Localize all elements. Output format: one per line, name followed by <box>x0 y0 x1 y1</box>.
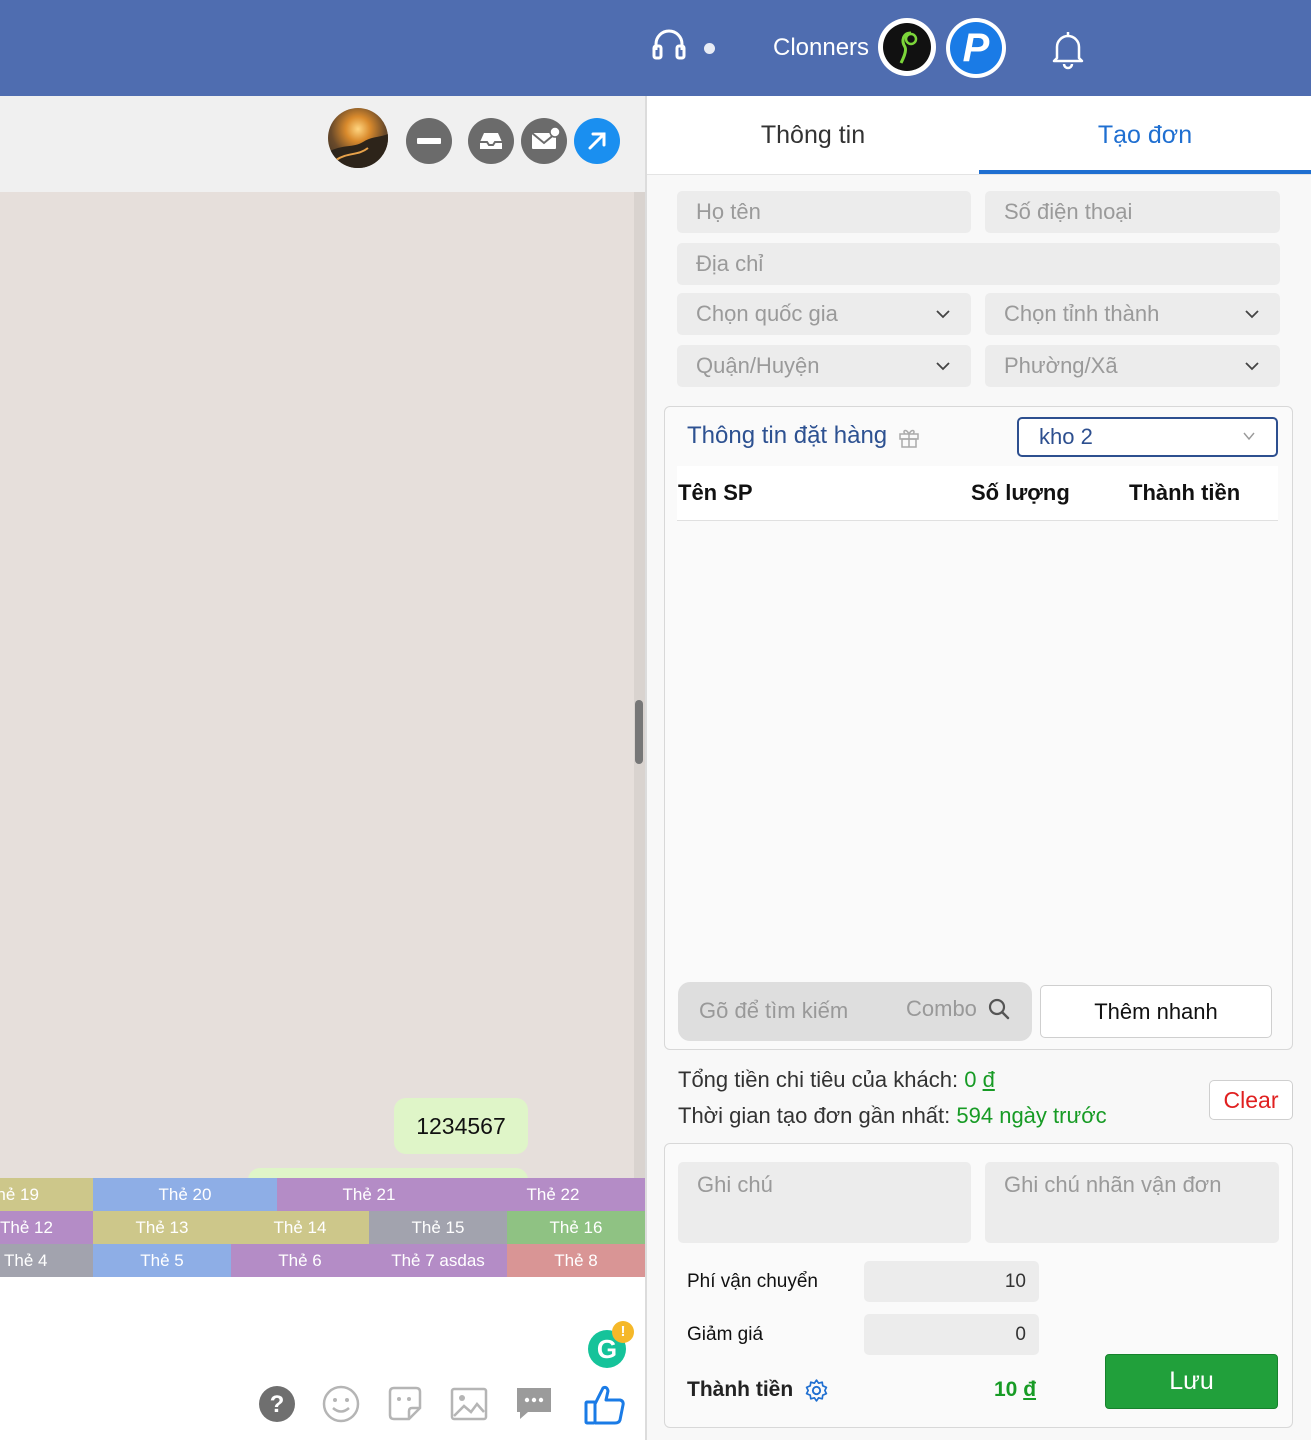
tag-item[interactable]: Thẻ 5 <box>93 1244 231 1277</box>
total-currency: đ <box>1023 1378 1037 1401</box>
tag-item[interactable]: Thẻ 13 <box>93 1211 231 1244</box>
order-info-title: Thông tin đặt hàng <box>687 422 888 449</box>
tag-item[interactable]: Thẻ 21 <box>277 1178 461 1211</box>
province-select-label: Chọn tỉnh thành <box>1004 301 1160 326</box>
quick-reply-icon[interactable] <box>514 1384 554 1424</box>
last-order-label: Thời gian tạo đơn gần nhất: <box>678 1103 951 1128</box>
shipping-label-note-field[interactable]: Ghi chú nhãn vận đơn <box>985 1162 1279 1243</box>
products-table-header: Tên SP Số lượng Thành tiền <box>677 466 1278 521</box>
currency-symbol: đ <box>982 1067 995 1092</box>
headset-icon[interactable] <box>650 26 688 64</box>
tag-bar: Thẻ 19 Thẻ 20 Thẻ 21 Thẻ 22 Thẻ 12 Thẻ 1… <box>0 1178 645 1278</box>
tag-item[interactable]: Thẻ 14 <box>231 1211 369 1244</box>
address-field[interactable]: Địa chỉ <box>677 243 1280 285</box>
tag-item[interactable]: Thẻ 12 <box>0 1211 93 1244</box>
gear-icon[interactable] <box>804 1378 829 1403</box>
unread-mail-icon[interactable] <box>521 118 567 164</box>
shipping-fee-label: Phí vận chuyển <box>687 1271 818 1292</box>
emoji-icon[interactable] <box>321 1384 361 1424</box>
tag-item[interactable]: Thẻ 4 <box>0 1244 93 1277</box>
column-quantity[interactable]: Số lượng <box>971 480 1070 506</box>
customer-spend: Tổng tiền chi tiêu của khách: 0 đ <box>678 1067 995 1093</box>
chevron-down-icon <box>936 362 950 371</box>
bell-icon[interactable] <box>1048 28 1088 70</box>
product-search-placeholder: Gõ để tìm kiếm <box>699 998 849 1023</box>
open-external-icon[interactable] <box>574 118 620 164</box>
svg-text:?: ? <box>270 1391 285 1418</box>
country-select[interactable]: Chọn quốc gia <box>677 293 971 335</box>
discount-input[interactable]: 0 <box>864 1314 1039 1355</box>
chevron-down-icon <box>936 310 950 319</box>
discount-label: Giảm giá <box>687 1324 764 1345</box>
minimize-icon[interactable] <box>406 118 452 164</box>
customer-spend-label: Tổng tiền chi tiêu của khách: <box>678 1067 959 1092</box>
image-icon[interactable] <box>449 1384 489 1424</box>
district-select[interactable]: Quận/Huyện <box>677 345 971 387</box>
contact-photo[interactable] <box>328 108 388 168</box>
inbox-icon[interactable] <box>468 118 514 164</box>
clear-button[interactable]: Clear <box>1209 1080 1293 1120</box>
chat-header <box>0 96 645 192</box>
total-value: 10 đ <box>994 1378 1036 1402</box>
tab-create-order[interactable]: Tạo đơn <box>979 96 1311 174</box>
last-order-value: 594 ngày trước <box>956 1103 1107 1128</box>
status-dot <box>704 43 715 54</box>
chevron-down-icon <box>1243 432 1255 441</box>
tab-separator <box>647 174 1311 175</box>
name-field[interactable]: Họ tên <box>677 191 971 233</box>
tag-item[interactable]: Thẻ 20 <box>93 1178 277 1211</box>
tab-info[interactable]: Thông tin <box>647 96 979 174</box>
customer-spend-value: 0 <box>964 1067 977 1092</box>
grammarly-alert-icon: ! <box>612 1321 634 1343</box>
province-select[interactable]: Chọn tỉnh thành <box>985 293 1280 335</box>
chevron-down-icon <box>1245 310 1259 319</box>
total-amount: 10 <box>994 1378 1018 1401</box>
quick-add-button[interactable]: Thêm nhanh <box>1040 985 1272 1038</box>
district-select-label: Quận/Huyện <box>696 353 820 378</box>
ward-select-label: Phường/Xã <box>1004 353 1118 378</box>
column-amount[interactable]: Thành tiền <box>1129 480 1240 506</box>
chat-messages[interactable] <box>0 192 634 1178</box>
chevron-down-icon <box>1245 362 1259 371</box>
gift-icon <box>899 429 919 448</box>
combo-toggle[interactable]: Combo <box>906 996 977 1022</box>
chat-scrollbar[interactable] <box>634 192 645 1178</box>
note-field[interactable]: Ghi chú <box>678 1162 971 1243</box>
page-badge-letter: P <box>950 22 1002 74</box>
total-label: Thành tiền <box>687 1378 794 1401</box>
user-name[interactable]: Clonners <box>773 34 869 62</box>
warehouse-select[interactable]: kho 2 <box>1017 417 1278 457</box>
like-icon[interactable] <box>583 1382 627 1426</box>
tag-item[interactable]: Thẻ 19 <box>0 1178 93 1211</box>
save-button[interactable]: Lưu <box>1105 1354 1278 1409</box>
tag-item[interactable]: Thẻ 7 asdas <box>369 1244 507 1277</box>
chat-scroll-thumb[interactable] <box>635 700 643 764</box>
sticker-icon[interactable] <box>385 1384 425 1424</box>
last-order-time: Thời gian tạo đơn gần nhất: 594 ngày trư… <box>678 1103 1107 1129</box>
tag-item[interactable]: Thẻ 15 <box>369 1211 507 1244</box>
search-icon[interactable] <box>988 998 1010 1020</box>
tag-item[interactable]: Thẻ 16 <box>507 1211 645 1244</box>
help-icon[interactable]: ? <box>257 1384 297 1424</box>
ward-select[interactable]: Phường/Xã <box>985 345 1280 387</box>
country-select-label: Chọn quốc gia <box>696 301 838 326</box>
message-bubble[interactable]: 1234567 <box>394 1098 528 1154</box>
user-avatar[interactable] <box>878 18 936 76</box>
tag-item[interactable]: Thẻ 6 <box>231 1244 369 1277</box>
phone-field[interactable]: Số điện thoại <box>985 191 1280 233</box>
tag-item[interactable]: Thẻ 22 <box>461 1178 645 1211</box>
shipping-fee-input[interactable]: 10 <box>864 1261 1039 1302</box>
tag-item[interactable]: Thẻ 8 <box>507 1244 645 1277</box>
page-badge[interactable]: P <box>946 18 1006 78</box>
column-product-name[interactable]: Tên SP <box>678 480 753 506</box>
